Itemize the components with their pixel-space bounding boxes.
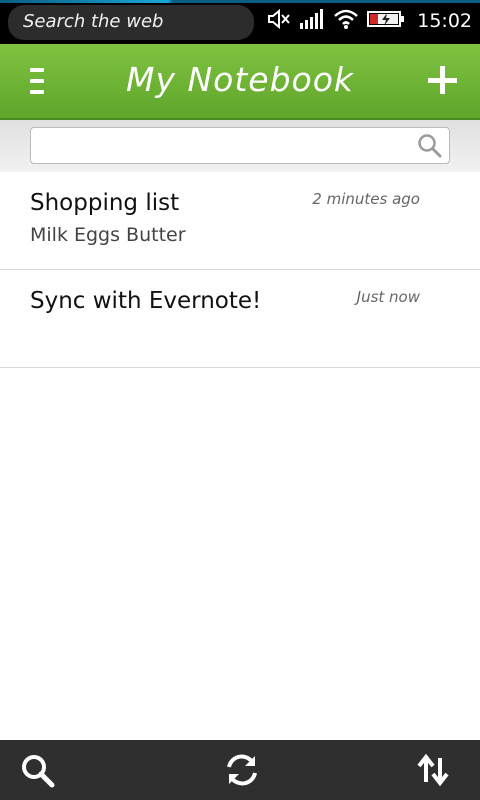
note-title: Sync with Evernote! bbox=[30, 288, 262, 314]
sync-icon[interactable] bbox=[222, 752, 262, 788]
page-title: My Notebook bbox=[125, 60, 355, 99]
wifi-icon bbox=[333, 8, 359, 34]
bottom-toolbar bbox=[0, 740, 480, 800]
battery-charging-icon bbox=[367, 10, 405, 32]
clock: 15:02 bbox=[417, 10, 472, 32]
list-item[interactable]: Sync with Evernote! Just now bbox=[0, 270, 480, 368]
search-web-bar[interactable]: Search the web bbox=[8, 5, 254, 40]
status-bar: Search the web 15:02 bbox=[0, 0, 480, 44]
note-timestamp: 2 minutes ago bbox=[312, 190, 420, 208]
note-timestamp: Just now bbox=[356, 288, 420, 306]
status-icons: 15:02 bbox=[267, 6, 472, 36]
sort-icon[interactable] bbox=[414, 752, 454, 788]
add-icon[interactable] bbox=[428, 66, 458, 96]
search-input[interactable] bbox=[37, 132, 417, 160]
search-box bbox=[30, 127, 450, 164]
search-icon[interactable] bbox=[417, 133, 443, 163]
search-web-placeholder: Search the web bbox=[23, 11, 164, 32]
search-icon[interactable] bbox=[18, 752, 58, 788]
list-item[interactable]: Shopping list Milk Eggs Butter 2 minutes… bbox=[0, 172, 480, 270]
mute-icon bbox=[267, 8, 291, 34]
note-list: Shopping list Milk Eggs Butter 2 minutes… bbox=[0, 172, 480, 368]
note-preview: Milk Eggs Butter bbox=[30, 224, 186, 246]
search-area bbox=[0, 120, 480, 172]
status-progress-bar bbox=[0, 0, 480, 3]
note-title: Shopping list bbox=[30, 190, 180, 216]
signal-icon bbox=[299, 8, 325, 34]
app-header: My Notebook bbox=[0, 44, 480, 120]
